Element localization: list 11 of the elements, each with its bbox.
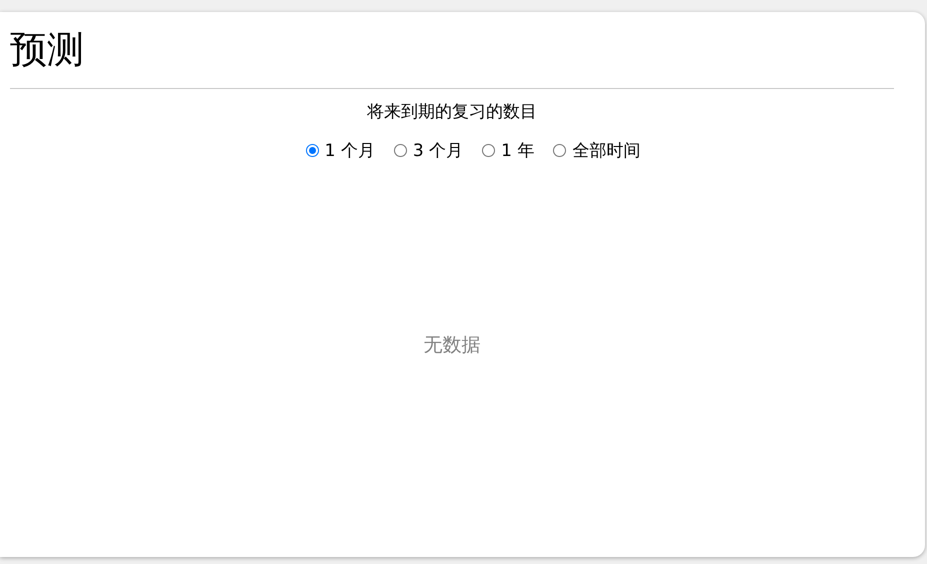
radio-button[interactable] [394,144,407,157]
radio-label[interactable]: 1 个月 [324,139,375,162]
radio-button[interactable] [306,144,319,157]
radio-button[interactable] [482,144,496,157]
radio-label[interactable]: 全部时间 [572,139,640,162]
radio-label[interactable]: 1 年 [501,139,534,162]
card-title: 预测 [10,27,85,73]
radio-button[interactable] [553,144,566,157]
radio-label[interactable]: 3 个月 [412,139,464,162]
no-data-message: 无数据 [424,334,480,356]
chart-subtitle: 将来到期的复习的数目 [367,102,537,122]
